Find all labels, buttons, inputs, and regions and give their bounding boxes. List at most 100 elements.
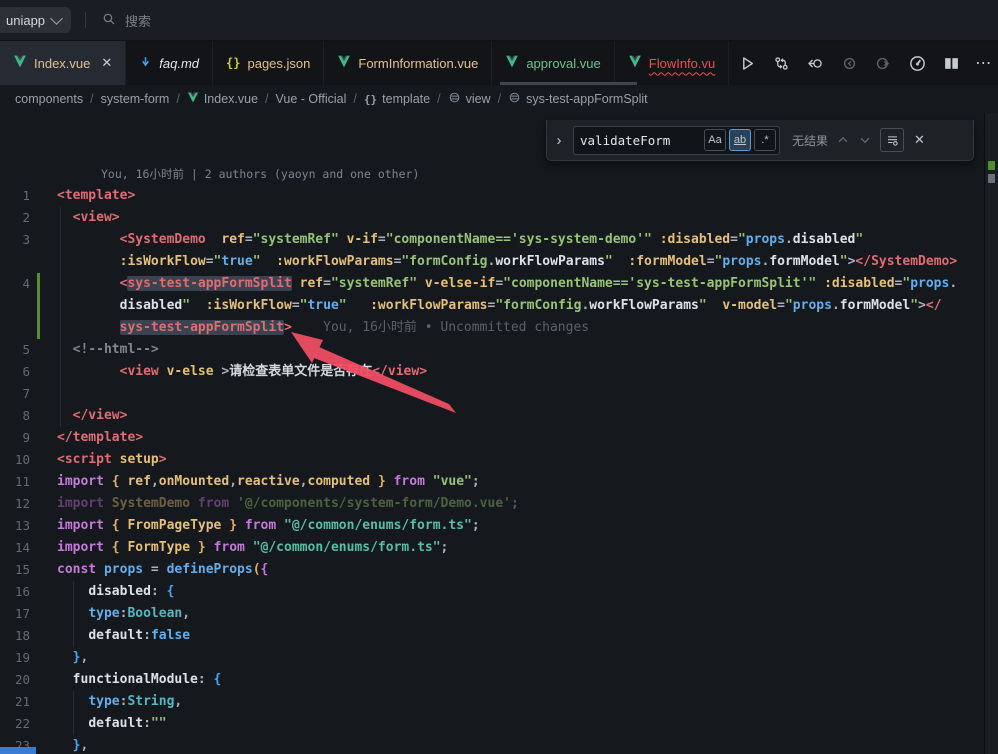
breadcrumb-item[interactable]: components [15,92,83,106]
tab-faq-md[interactable]: faq.md [126,41,213,85]
titlebar: uniapp 搜索 [0,0,998,41]
line-number: 7 [0,383,30,405]
line-number: 3 [0,229,30,251]
code-line[interactable]: 23 }, [0,735,998,754]
project-switcher[interactable]: uniapp [0,7,71,33]
git-change-bar [37,273,40,295]
close-icon[interactable]: ✕ [914,132,925,148]
code-line[interactable]: :isWorkFlow="true" :workFlowParams="form… [0,251,998,273]
tab-pages-json[interactable]: {} pages.json [213,41,324,85]
code-line[interactable]: sys-test-appFormSplit> You, 16小时前 • Unco… [0,317,998,339]
code-line[interactable]: disabled" :isWorkFlow="true" :workFlowPa… [0,295,998,317]
titlebar-divider [85,12,86,28]
line-number: 12 [0,493,30,515]
vue-icon [13,55,27,71]
editor-scrollbar[interactable] [984,113,998,754]
breadcrumb-item[interactable]: Vue - Official [276,92,347,106]
find-input[interactable] [574,133,701,148]
regex-toggle[interactable]: .* [754,129,776,151]
tab-label: FlowInfo.vu [649,56,715,71]
tab-bar: Index.vue ✕ faq.md {} pages.json FormInf… [0,41,998,85]
tabbar-scrollbar[interactable] [500,82,637,85]
find-previous-icon[interactable] [836,133,850,147]
find-input-box: Aa ab .* [573,126,780,155]
search-icon [102,12,116,29]
source-control-graph-icon[interactable] [771,53,791,73]
vue-icon [628,55,642,71]
navigate-forward-icon[interactable] [873,53,893,73]
tab-approval-vue[interactable]: approval.vue [492,41,614,85]
code-line[interactable]: 18 default:false [0,625,998,647]
line-number: 5 [0,339,30,361]
tab-index-vue[interactable]: Index.vue ✕ [0,41,126,85]
code-line[interactable]: 1<template> [0,185,998,207]
overview-mark-info [988,174,995,183]
breadcrumb-item[interactable]: sys-test-appFormSplit [508,91,648,107]
navigate-back-icon[interactable] [839,53,859,73]
tab-flowinfo-vue[interactable]: FlowInfo.vu [615,41,729,85]
vscode-window: uniapp 搜索 Index.vue ✕ faq.md {} pages.js… [0,0,998,754]
code-line[interactable]: 13import { FromPageType } from "@/common… [0,515,998,537]
breadcrumb-item[interactable]: Index.vue [187,92,258,106]
line-number: 16 [0,581,30,603]
symbol-icon [508,91,521,107]
line-number: 13 [0,515,30,537]
chevron-down-icon [50,12,63,25]
run-icon[interactable] [737,53,757,73]
line-number: 15 [0,559,30,581]
code-line[interactable]: 5 <!--html--> [0,339,998,361]
whole-word-toggle[interactable]: ab [729,129,751,151]
code-line[interactable]: 12import SystemDemo from '@/components/s… [0,493,998,515]
find-in-selection-icon[interactable] [880,128,904,152]
breadcrumb-item[interactable]: system-form [101,92,170,106]
find-next-icon[interactable] [858,133,872,147]
code-line[interactable]: 10<script setup> [0,449,998,471]
vue-icon [187,92,199,106]
line-number: 21 [0,691,30,713]
more-actions-icon[interactable]: ⋯ [975,53,992,73]
line-number: 17 [0,603,30,625]
codelens-row[interactable]: You, 16小时前 | 2 authors (yaoyn and one ot… [0,163,998,185]
code-line[interactable]: 2 <view> [0,207,998,229]
code-line[interactable]: 11import { ref,onMounted,reactive,comput… [0,471,998,493]
match-case-toggle[interactable]: Aa [704,129,726,151]
line-number: 19 [0,647,30,669]
code-line[interactable]: 16 disabled: { [0,581,998,603]
tab-forminformation-vue[interactable]: FormInformation.vue [324,41,492,85]
line-number: 8 [0,405,30,427]
close-icon[interactable]: ✕ [101,55,112,71]
code-line[interactable]: 8 </view> [0,405,998,427]
split-editor-icon[interactable] [941,53,961,73]
symbol-icon [448,91,461,107]
vue-icon [337,55,351,71]
breadcrumb-item[interactable]: {} template [364,92,430,106]
code-line[interactable]: 20 functionalModule: { [0,669,998,691]
code-line[interactable]: 15const props = defineProps({ [0,559,998,581]
line-number: 22 [0,713,30,735]
editor[interactable]: › Aa ab .* 无结果 ✕ You, 16小时前 | 2 authors … [0,113,998,754]
code-line[interactable]: 7 [0,383,998,405]
code-line[interactable]: 19 }, [0,647,998,669]
breadcrumb-separator: / [90,92,93,106]
editor-actions: ⋯ [729,41,998,85]
indent-guide [60,383,61,405]
code-line[interactable]: 3 <SystemDemo ref="systemRef" v-if="comp… [0,229,998,251]
code-line[interactable]: 22 default:"" [0,713,998,735]
line-number: 4 [0,273,30,295]
tab-label: pages.json [247,56,310,71]
breadcrumb-separator: / [265,92,268,106]
global-search[interactable]: 搜索 [102,11,151,30]
code-line[interactable]: 6 <view v-else >请检查表单文件是否存在</view> [0,361,998,383]
code-line[interactable]: 4 <sys-test-appFormSplit ref="systemRef"… [0,273,998,295]
code-line[interactable]: 9</template> [0,427,998,449]
breadcrumb-item[interactable]: view [448,91,491,107]
line-number: 20 [0,669,30,691]
git-change-bar [37,295,40,317]
find-expand-chevron-icon[interactable]: › [553,132,565,149]
code-line[interactable]: 17 type:Boolean, [0,603,998,625]
run-and-debug-icon[interactable] [907,53,927,73]
code-line[interactable]: 21 type:String, [0,691,998,713]
breadcrumb-separator: / [437,92,440,106]
code-line[interactable]: 14import { FormType } from "@/common/enu… [0,537,998,559]
open-changes-icon[interactable] [805,53,825,73]
